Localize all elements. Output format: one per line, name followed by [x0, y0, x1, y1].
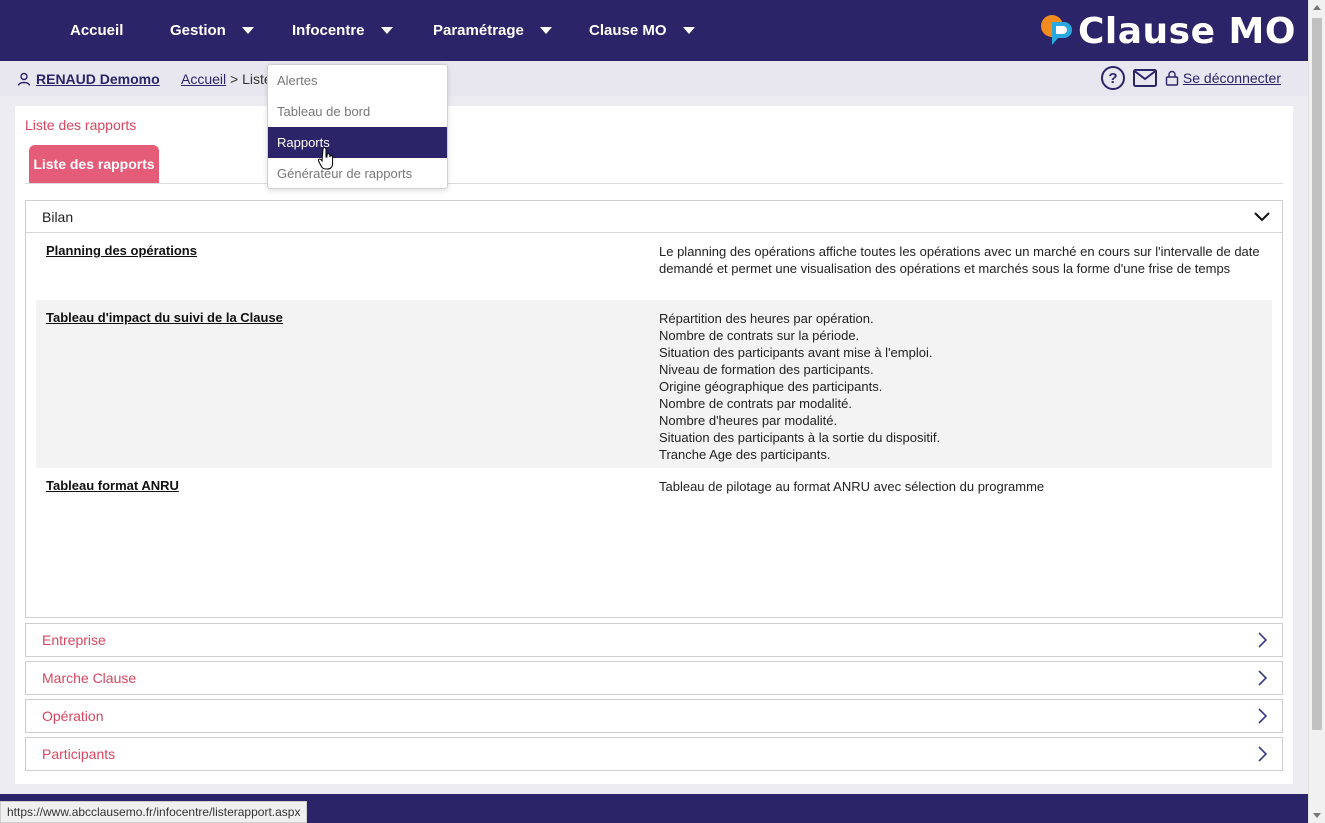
- chevron-right-icon: [1258, 746, 1268, 762]
- chevron-right-icon: [1258, 670, 1268, 686]
- tab-divider: [25, 183, 1283, 184]
- report-row: Tableau format ANRU Tableau de pilotage …: [36, 478, 1272, 508]
- scrollbar-thumb[interactable]: [1312, 18, 1322, 730]
- report-link-planning[interactable]: Planning des opérations: [46, 243, 197, 258]
- nav-clause-mo-label: Clause MO: [589, 22, 667, 39]
- report-description: Le planning des opérations affiche toute…: [659, 244, 1260, 276]
- chevron-right-icon: [1258, 632, 1268, 648]
- description-line: Nombre d'heures par modalité.: [659, 413, 838, 428]
- section-bilan-title: Bilan: [42, 208, 74, 225]
- nav-parametrage-label: Paramétrage: [433, 22, 524, 39]
- breadcrumb: Accueil > Liste: [181, 71, 272, 87]
- report-row: Tableau d'impact du suivi de la Clause R…: [36, 300, 1272, 468]
- section-title: Opération: [42, 708, 104, 724]
- menu-item-rapports[interactable]: Rapports: [268, 127, 447, 158]
- nav-accueil[interactable]: Accueil: [70, 0, 123, 61]
- top-navigation: Accueil Gestion Infocentre Paramétrage C…: [0, 0, 1308, 61]
- caret-down-icon: [539, 27, 552, 34]
- infocentre-dropdown-menu: Alertes Tableau de bord Rapports Générat…: [267, 64, 448, 189]
- chevron-right-icon: [1258, 708, 1268, 724]
- caret-down-icon: [682, 27, 695, 34]
- logout-link[interactable]: Se déconnecter: [1183, 70, 1281, 86]
- user-name[interactable]: RENAUD Demomo: [36, 71, 160, 87]
- scroll-down-arrow-icon[interactable]: [1313, 813, 1321, 818]
- description-line: Niveau de formation des participants.: [659, 362, 874, 377]
- breadcrumb-home-link[interactable]: Accueil: [181, 71, 226, 87]
- vertical-scrollbar[interactable]: [1308, 0, 1325, 823]
- section-marche-clause[interactable]: Marche Clause: [25, 661, 1283, 695]
- description-line: Situation des participants avant mise à …: [659, 345, 933, 360]
- nav-gestion-label: Gestion: [170, 22, 226, 39]
- caret-down-icon: [380, 27, 393, 34]
- nav-gestion[interactable]: Gestion: [170, 0, 254, 61]
- description-line: Origine géographique des participants.: [659, 379, 883, 394]
- section-title: Marche Clause: [42, 670, 137, 686]
- description-line: Répartition des heures par opération.: [659, 311, 874, 326]
- tab-liste-des-rapports[interactable]: Liste des rapports: [29, 145, 159, 183]
- section-operation[interactable]: Opération: [25, 699, 1283, 733]
- header-tools: ? Se déconnecter: [1100, 66, 1281, 90]
- nav-accueil-label: Accueil: [70, 22, 124, 39]
- user-icon: [17, 72, 31, 86]
- brand-name: Clause MO: [1078, 10, 1296, 52]
- hand-cursor-icon: [318, 147, 334, 170]
- status-bar-url: https://www.abcclausemo.fr/infocentre/li…: [0, 801, 308, 823]
- scroll-up-arrow-icon[interactable]: [1313, 5, 1321, 10]
- nav-infocentre-label: Infocentre: [292, 22, 365, 39]
- brand-mark-icon: [1040, 14, 1072, 48]
- section-title: Entreprise: [42, 632, 106, 648]
- report-description: Tableau de pilotage au format ANRU avec …: [659, 479, 1045, 494]
- menu-item-alertes[interactable]: Alertes: [268, 65, 447, 96]
- nav-clause-mo[interactable]: Clause MO: [589, 0, 695, 61]
- user-bar: RENAUD Demomo Accueil > Liste ? Se décon…: [0, 61, 1308, 96]
- user-info[interactable]: RENAUD Demomo: [17, 71, 160, 87]
- help-icon-glyph: ?: [1108, 69, 1118, 87]
- breadcrumb-current: > Liste: [226, 71, 272, 87]
- section-title: Participants: [42, 746, 116, 762]
- description-line: Situation des participants à la sortie d…: [659, 430, 941, 445]
- description-line: Nombre de contrats par modalité.: [659, 396, 852, 411]
- lock-icon: [1165, 70, 1179, 86]
- section-bilan: Bilan Planning des opérations Le plannin…: [25, 200, 1283, 618]
- section-bilan-header[interactable]: Bilan: [26, 201, 1282, 233]
- report-link-anru[interactable]: Tableau format ANRU: [46, 478, 179, 493]
- menu-item-generateur-de-rapports[interactable]: Générateur de rapports: [268, 158, 447, 189]
- menu-item-tableau-de-bord[interactable]: Tableau de bord: [268, 96, 447, 127]
- caret-down-icon: [241, 27, 254, 34]
- report-row: Planning des opérations Le planning des …: [36, 243, 1272, 303]
- help-icon[interactable]: ?: [1100, 66, 1125, 90]
- brand-logo[interactable]: Clause MO: [1040, 10, 1296, 52]
- chevron-down-icon: [1254, 212, 1270, 222]
- report-link-tableau-impact[interactable]: Tableau d'impact du suivi de la Clause: [46, 310, 283, 325]
- description-line: Tranche Age des participants.: [659, 447, 831, 462]
- report-description: Répartition des heures par opération. No…: [659, 310, 1264, 463]
- nav-infocentre[interactable]: Infocentre: [292, 0, 393, 61]
- main-panel: Liste des rapports Liste des rapports Bi…: [15, 106, 1293, 784]
- mail-icon[interactable]: [1132, 69, 1157, 87]
- description-line: Nombre de contrats sur la période.: [659, 328, 860, 343]
- section-entreprise[interactable]: Entreprise: [25, 623, 1283, 657]
- nav-parametrage[interactable]: Paramétrage: [433, 0, 552, 61]
- page-title: Liste des rapports: [25, 117, 137, 133]
- section-participants[interactable]: Participants: [25, 737, 1283, 771]
